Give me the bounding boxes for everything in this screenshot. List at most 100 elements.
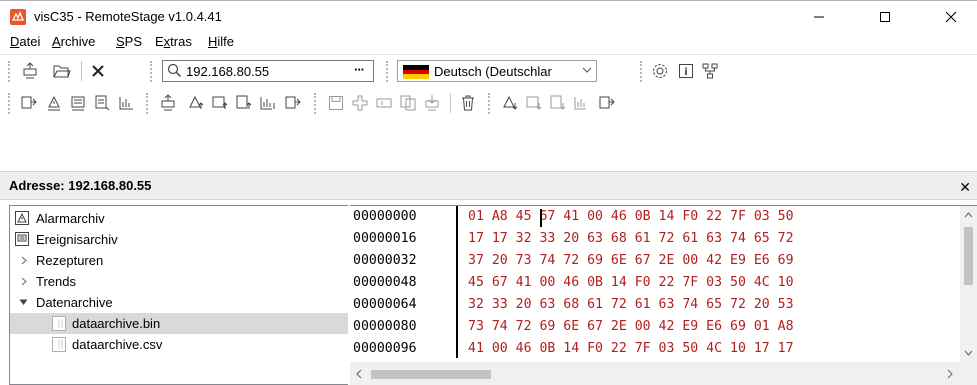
network-icon	[702, 63, 718, 79]
hex-bytes[interactable]: 01 A8 45 67 41 00 46 0B 14 F0 22 7F 03 5…	[468, 209, 794, 224]
alarm-upload-button[interactable]	[186, 93, 206, 113]
toolbar-grip[interactable]	[640, 61, 643, 82]
trash-icon	[462, 95, 474, 111]
delete-archive-button[interactable]	[458, 93, 478, 113]
close-button[interactable]	[928, 1, 974, 32]
tree-item-ereignisarchiv[interactable]: Ereignisarchiv	[10, 229, 348, 250]
info-icon: i	[679, 64, 693, 78]
hex-bytes[interactable]: 45 67 41 00 46 0B 14 F0 22 7F 03 50 4C 1…	[468, 275, 794, 290]
close-icon	[945, 11, 957, 22]
tree-item-rezepturen[interactable]: Rezepturen	[10, 250, 348, 271]
panel-title: Adresse: 192.168.80.55	[9, 178, 152, 193]
vertical-scrollbar[interactable]	[960, 206, 977, 362]
maximize-button[interactable]	[862, 1, 908, 32]
hex-viewer[interactable]: 00000000 01 A8 45 67 41 00 46 0B 14 F0 2…	[350, 205, 977, 385]
hex-bytes[interactable]: 37 20 73 74 72 69 6E 67 2E 00 42 E9 E6 6…	[468, 253, 794, 268]
tree-item-dataarchive-bin[interactable]: dataarchive.bin	[10, 313, 348, 334]
event-upload-button[interactable]	[210, 93, 230, 113]
scroll-left-arrow-icon[interactable]	[356, 369, 362, 379]
recipe-upload-button[interactable]	[234, 93, 254, 113]
upload-icon	[161, 94, 175, 111]
tree-item-trends[interactable]: Trends	[10, 271, 348, 292]
file-icon	[52, 337, 66, 352]
language-select[interactable]: Deutsch (Deutschlar	[397, 60, 597, 82]
copy-button[interactable]	[398, 93, 418, 113]
toolbar-separator	[81, 61, 82, 81]
horizontal-scrollbar[interactable]	[350, 362, 960, 385]
address-panel-header: Adresse: 192.168.80.55 ✕	[0, 171, 977, 200]
export-button[interactable]	[18, 93, 38, 113]
delete-button[interactable]	[88, 61, 108, 81]
chevron-right-icon[interactable]	[21, 256, 27, 265]
alarm-export-button[interactable]	[44, 93, 64, 113]
hex-bytes[interactable]: 73 74 72 69 6E 67 2E 00 42 E9 E6 69 01 A…	[468, 319, 794, 334]
toolbar-grip[interactable]	[146, 93, 149, 114]
add-button[interactable]	[350, 93, 370, 113]
hex-row: 00000032 37 20 73 74 72 69 6E 67 2E 00 4…	[350, 250, 960, 272]
open-folder-button[interactable]	[52, 61, 72, 81]
connect-icon	[23, 62, 37, 79]
save-button[interactable]	[326, 93, 346, 113]
menu-hilfe-label: ilfe	[217, 34, 235, 49]
rename-button[interactable]	[374, 93, 394, 113]
hex-offset: 00000048	[353, 275, 417, 290]
export-all-button[interactable]	[282, 93, 302, 113]
tree-item-dataarchive-csv[interactable]: dataarchive.csv	[10, 334, 348, 355]
address-input[interactable]: 192.168.80.55 ···	[162, 60, 374, 82]
address-browse-button[interactable]: ···	[354, 62, 365, 77]
hex-bytes[interactable]: 17 17 32 33 20 63 68 61 72 61 63 74 65 7…	[468, 231, 794, 246]
trend-download-button[interactable]	[572, 93, 592, 113]
chevron-right-icon[interactable]	[21, 277, 27, 286]
plus-icon	[352, 95, 368, 111]
menu-sps-label: PS	[124, 34, 143, 49]
export-icon	[285, 96, 301, 109]
toolbar-grip[interactable]	[8, 61, 11, 82]
menu-datei[interactable]: Datei	[10, 34, 40, 49]
scroll-right-arrow-icon[interactable]	[947, 369, 953, 379]
event-download-button[interactable]	[524, 93, 544, 113]
tree-item-label: dataarchive.csv	[72, 337, 163, 352]
event-icon	[526, 96, 542, 110]
scroll-up-arrow-icon[interactable]	[964, 212, 973, 218]
horizontal-scroll-thumb[interactable]	[371, 370, 491, 379]
recipe-download-button[interactable]	[548, 93, 568, 113]
menu-archive[interactable]: Archive	[52, 34, 95, 49]
event-archive-icon	[15, 232, 29, 246]
event-export-button[interactable]	[68, 93, 88, 113]
export-download-button[interactable]	[596, 93, 616, 113]
menu-archive-label: rchive	[60, 34, 96, 49]
trend-upload-button[interactable]	[258, 93, 278, 113]
chevron-down-icon[interactable]	[19, 299, 28, 306]
hex-bytes[interactable]: 32 33 20 63 68 61 72 61 63 74 65 72 20 5…	[468, 297, 794, 312]
trend-export-button[interactable]	[116, 93, 136, 113]
tree-item-alarmarchiv[interactable]: Alarmarchiv	[10, 208, 348, 229]
minimize-button[interactable]	[796, 1, 842, 32]
download-button[interactable]	[422, 93, 442, 113]
alarm-download-button[interactable]	[500, 93, 520, 113]
hex-bytes[interactable]: 41 00 46 0B 14 F0 22 7F 03 50 4C 10 17 1…	[468, 341, 794, 356]
toolbar-grip[interactable]	[386, 61, 389, 82]
settings-button[interactable]	[650, 61, 670, 81]
copy-icon	[400, 95, 416, 111]
tree-item-label: Datenarchive	[36, 295, 113, 310]
recipe-export-button[interactable]	[92, 93, 112, 113]
panel-close-button[interactable]: ✕	[959, 179, 971, 196]
network-button[interactable]	[700, 61, 720, 81]
vertical-scroll-thumb[interactable]	[964, 227, 973, 285]
hex-offset: 00000064	[353, 297, 417, 312]
tree-item-datenarchive[interactable]: Datenarchive	[10, 292, 348, 313]
connect-button[interactable]	[20, 61, 40, 81]
toolbar-grip[interactable]	[488, 93, 491, 114]
hex-row: 00000048 45 67 41 00 46 0B 14 F0 22 7F 0…	[350, 272, 960, 294]
menu-sps[interactable]: SPS	[116, 34, 142, 49]
hex-offset: 00000000	[353, 209, 417, 224]
scroll-down-arrow-icon[interactable]	[964, 350, 973, 356]
menu-extras[interactable]: Extras	[155, 34, 192, 49]
toolbar-grip[interactable]	[8, 93, 11, 114]
upload-button[interactable]	[158, 93, 178, 113]
toolbar-grip[interactable]	[150, 61, 153, 82]
toolbar-grip[interactable]	[314, 93, 317, 114]
info-button[interactable]: i	[676, 61, 696, 81]
hex-offset: 00000080	[353, 319, 417, 334]
menu-hilfe[interactable]: Hilfe	[208, 34, 234, 49]
